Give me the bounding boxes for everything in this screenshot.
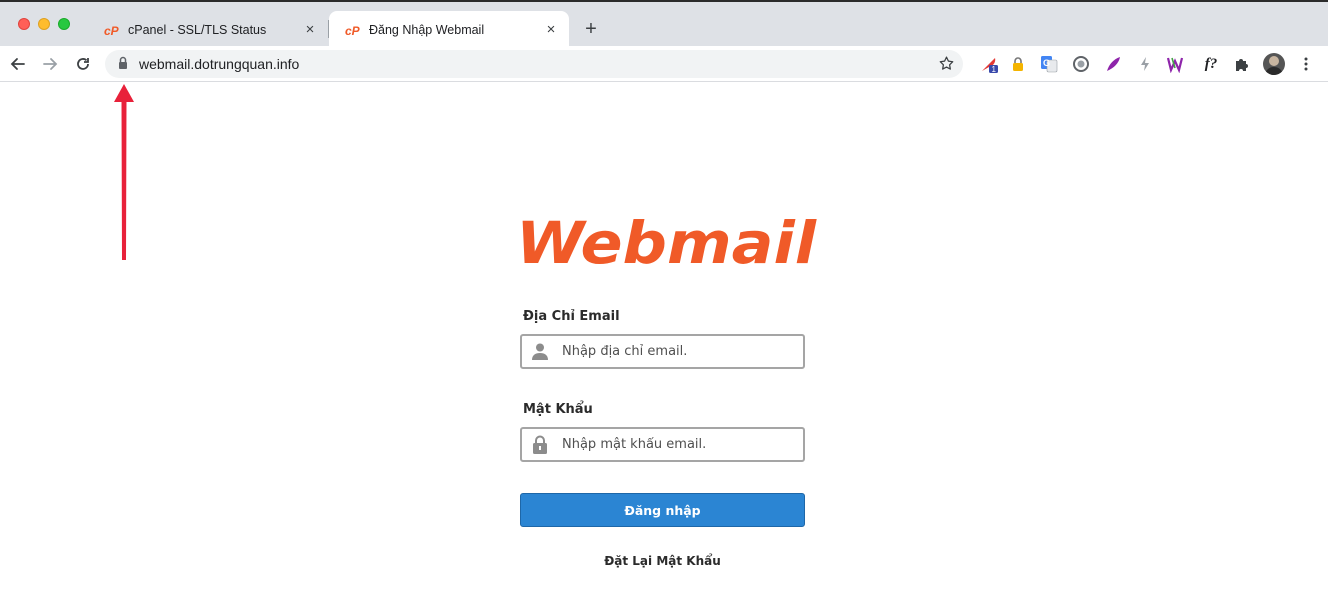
circle-extension-icon[interactable]: [1072, 55, 1090, 73]
webmail-login-page: Webmail Địa Chỉ Email Mật Khẩu Đăng nhập…: [0, 83, 1328, 596]
new-tab-button[interactable]: +: [580, 18, 602, 40]
reload-button[interactable]: [71, 52, 95, 76]
url-text[interactable]: webmail.dotrungquan.info: [139, 56, 299, 72]
back-button[interactable]: [6, 52, 30, 76]
reset-password-link[interactable]: Đặt Lại Mật Khẩu: [520, 554, 805, 568]
address-bar[interactable]: webmail.dotrungquan.info: [105, 50, 963, 78]
password-field[interactable]: [520, 427, 805, 462]
w-extension-icon[interactable]: [1167, 55, 1185, 73]
minimize-window-button[interactable]: [38, 18, 50, 30]
maximize-window-button[interactable]: [58, 18, 70, 30]
tab-cpanel-ssl[interactable]: cP cPanel - SSL/TLS Status ×: [88, 11, 328, 48]
close-tab-icon[interactable]: ×: [543, 21, 559, 38]
svg-text:cP: cP: [104, 24, 120, 36]
tab-strip: cP cPanel - SSL/TLS Status × cP Đăng Nhậ…: [0, 0, 1328, 48]
f-extension-icon[interactable]: f?: [1200, 55, 1222, 73]
lock-icon[interactable]: [117, 56, 129, 75]
puzzle-extensions-icon[interactable]: [1233, 55, 1251, 73]
forward-button[interactable]: [38, 52, 62, 76]
cpanel-icon: cP: [104, 22, 120, 38]
profile-avatar[interactable]: [1263, 53, 1285, 75]
login-button[interactable]: Đăng nhập: [520, 493, 805, 527]
arrow-right-icon: [43, 58, 58, 70]
reload-icon: [77, 58, 89, 70]
user-icon: [531, 342, 549, 365]
purple-feather-icon[interactable]: [1104, 55, 1122, 73]
extension-badge-count: 1: [992, 65, 997, 73]
webmail-logo: Webmail: [512, 209, 822, 277]
arrow-left-icon: [10, 58, 25, 70]
tab-webmail-login[interactable]: cP Đăng Nhập Webmail ×: [329, 11, 569, 48]
tab-title: Đăng Nhập Webmail: [369, 22, 485, 37]
tab-title: cPanel - SSL/TLS Status: [128, 22, 267, 37]
annotation-arrow: [114, 84, 134, 260]
close-tab-icon[interactable]: ×: [302, 21, 318, 38]
browser-toolbar: webmail.dotrungquan.info 1 G f?: [0, 46, 1328, 82]
svg-text:G: G: [1043, 58, 1050, 68]
password-input[interactable]: [562, 429, 800, 460]
padlock-icon: [531, 435, 549, 459]
email-field[interactable]: [520, 334, 805, 369]
cpanel-icon: cP: [345, 22, 361, 38]
lock-extension-icon[interactable]: [1009, 55, 1027, 73]
google-translate-icon[interactable]: G: [1040, 55, 1058, 73]
logo-text: Webmail: [516, 211, 817, 271]
email-label: Địa Chỉ Email: [523, 309, 620, 324]
bookmark-star-icon[interactable]: [938, 55, 955, 77]
menu-kebab-icon[interactable]: [1297, 55, 1315, 73]
close-window-button[interactable]: [18, 18, 30, 30]
svg-text:cP: cP: [345, 24, 361, 36]
email-input[interactable]: [562, 336, 800, 367]
feather-extension-icon[interactable]: 1: [980, 55, 998, 73]
browser-window: cP cPanel - SSL/TLS Status × cP Đăng Nhậ…: [0, 0, 1328, 596]
lightning-icon[interactable]: [1136, 55, 1154, 73]
password-label: Mật Khẩu: [523, 402, 593, 417]
